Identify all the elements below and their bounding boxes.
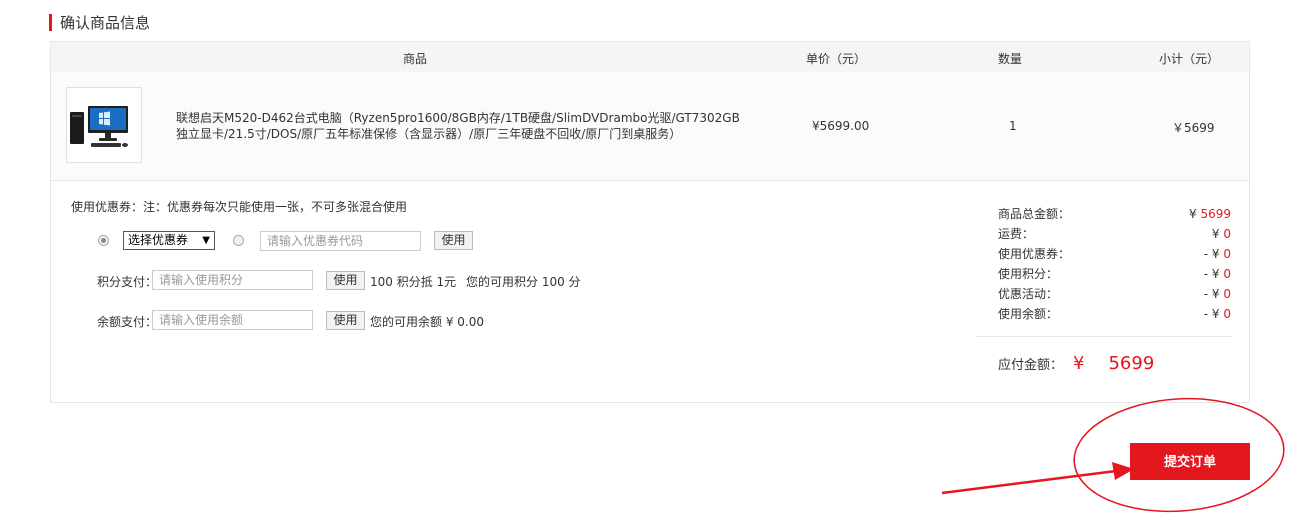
balance-available: 您的可用余额 ¥ 0.00 bbox=[370, 315, 484, 329]
summary-value: ¥ 0 bbox=[1211, 227, 1231, 241]
coupon-select[interactable]: 选择优惠券 ▼ bbox=[123, 231, 215, 250]
summary-row-balance: 使用余额： - ¥ 0 bbox=[998, 303, 1231, 323]
submit-order-button[interactable]: 提交订单 bbox=[1130, 443, 1250, 480]
summary-value: - ¥ 0 bbox=[1203, 267, 1231, 281]
product-subtotal: ￥5699 bbox=[1172, 121, 1215, 135]
header-goods: 商品 bbox=[403, 52, 428, 66]
section-title: 确认商品信息 bbox=[60, 13, 151, 32]
points-use-button[interactable]: 使用 bbox=[326, 271, 365, 290]
desktop-computer-icon bbox=[70, 106, 128, 147]
dropdown-arrow-icon: ▼ bbox=[202, 235, 210, 246]
summary-row-points: 使用积分： - ¥ 0 bbox=[998, 263, 1231, 283]
payment-panel: 使用优惠券：注：优惠券每次只能使用一张，不可多张混合使用 选择优惠券 ▼ 使用 … bbox=[50, 180, 1250, 403]
summary-label: 运费： bbox=[998, 227, 1035, 241]
summary-row-promotion: 优惠活动： - ¥ 0 bbox=[998, 283, 1231, 303]
table-row: 联想启天M520-D462台式电脑（Ryzen5pro1600/8GB内存/1T… bbox=[50, 72, 1250, 181]
product-image[interactable] bbox=[66, 87, 142, 163]
table-header: 商品 单价（元） 数量 小计（元） bbox=[50, 41, 1250, 73]
order-summary: 商品总金额： ¥ 5699 运费： ¥ 0 使用优惠券： - ¥ 0 使用积分：… bbox=[998, 203, 1231, 323]
summary-label: 使用积分： bbox=[998, 267, 1059, 281]
balance-label: 余额支付： bbox=[97, 315, 158, 329]
coupon-code-radio[interactable] bbox=[233, 235, 244, 246]
product-unit-price: ¥5699.00 bbox=[812, 119, 870, 133]
coupon-select-radio[interactable] bbox=[98, 235, 109, 246]
header-quantity: 数量 bbox=[998, 52, 1023, 66]
summary-label: 使用优惠券： bbox=[998, 247, 1071, 261]
summary-value: - ¥ 0 bbox=[1203, 247, 1231, 261]
summary-divider bbox=[976, 336, 1232, 337]
summary-row-coupon: 使用优惠券： - ¥ 0 bbox=[998, 243, 1231, 263]
summary-value: ¥ 5699 bbox=[1188, 207, 1231, 221]
section-header: 确认商品信息 bbox=[49, 13, 151, 32]
coupon-code-input[interactable] bbox=[260, 231, 421, 251]
summary-value: - ¥ 0 bbox=[1203, 287, 1231, 301]
summary-label: 使用余额： bbox=[998, 307, 1059, 321]
header-subtotal: 小计（元） bbox=[1159, 52, 1220, 66]
summary-row-goods-total: 商品总金额： ¥ 5699 bbox=[998, 203, 1231, 223]
coupon-use-button[interactable]: 使用 bbox=[434, 231, 473, 250]
coupon-note: 使用优惠券：注：优惠券每次只能使用一张，不可多张混合使用 bbox=[71, 200, 408, 214]
summary-row-shipping: 运费： ¥ 0 bbox=[998, 223, 1231, 243]
points-available: 您的可用积分 100 分 bbox=[466, 275, 581, 289]
points-label: 积分支付： bbox=[97, 275, 158, 289]
product-quantity: 1 bbox=[1009, 119, 1017, 133]
summary-label: 优惠活动： bbox=[998, 287, 1059, 301]
amount-due: 应付金额： ¥ 5699 bbox=[998, 353, 1154, 374]
amount-due-currency: ¥ bbox=[1073, 353, 1085, 374]
amount-due-value: 5699 bbox=[1108, 353, 1155, 374]
amount-due-label: 应付金额： bbox=[998, 358, 1064, 373]
balance-input[interactable] bbox=[152, 310, 313, 330]
summary-value: - ¥ 0 bbox=[1203, 307, 1231, 321]
product-name[interactable]: 联想启天M520-D462台式电脑（Ryzen5pro1600/8GB内存/1T… bbox=[176, 110, 741, 142]
coupon-select-value: 选择优惠券 bbox=[128, 233, 189, 247]
header-unit-price: 单价（元） bbox=[806, 52, 867, 66]
balance-use-button[interactable]: 使用 bbox=[326, 311, 365, 330]
points-rate: 100 积分抵 1元 bbox=[370, 275, 457, 289]
points-input[interactable] bbox=[152, 270, 313, 290]
title-accent-bar bbox=[49, 13, 52, 31]
summary-label: 商品总金额： bbox=[998, 207, 1071, 221]
annotation-arrow-icon bbox=[941, 469, 1117, 495]
